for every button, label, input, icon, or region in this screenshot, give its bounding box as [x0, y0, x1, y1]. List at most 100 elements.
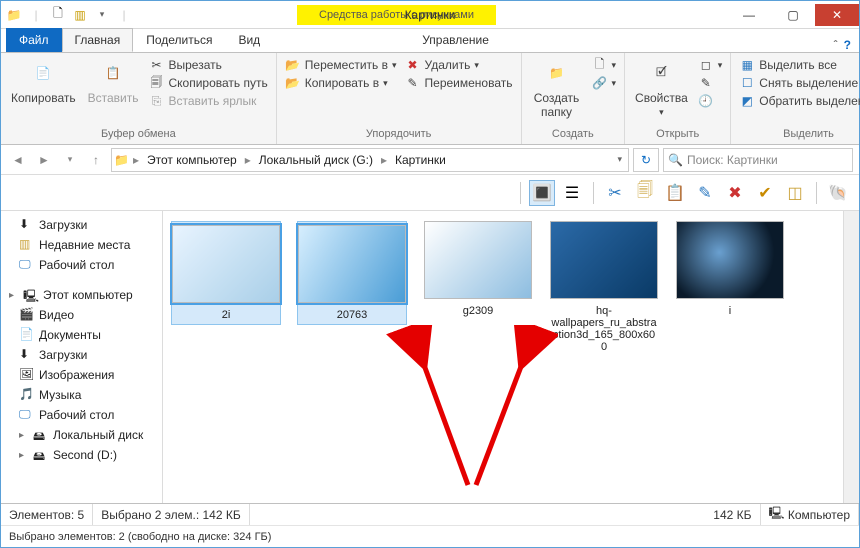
edit-button[interactable]: ✎	[698, 75, 723, 91]
vertical-scrollbar[interactable]	[843, 211, 859, 503]
delete-button[interactable]: ✖Удалить▾	[405, 57, 513, 73]
help-icon[interactable]: ?	[844, 38, 851, 52]
cut-button[interactable]: ✂Вырезать	[149, 57, 268, 73]
paste-button[interactable]: 📋 Вставить	[84, 55, 143, 107]
scissors-icon: ✂	[149, 57, 165, 73]
tree-node-local-disk[interactable]: ▸🖴Локальный диск	[3, 425, 160, 445]
invert-selection-button[interactable]: ◩Обратить выделение	[739, 93, 860, 109]
breadcrumb-item[interactable]: Этот компьютер	[143, 153, 241, 167]
tree-node-music[interactable]: 🎵Музыка	[3, 385, 160, 405]
tree-node-pictures[interactable]: 🖼Изображения	[3, 365, 160, 385]
expand-icon[interactable]: ▸	[19, 450, 29, 461]
group-label-clipboard: Буфер обмена	[7, 128, 270, 142]
qa-dropdown-icon[interactable]: ▾	[93, 6, 111, 24]
new-folder-button[interactable]: 📁 Создать папку	[528, 55, 586, 121]
status-selection: Выбрано 2 элем.: 142 КБ	[93, 504, 250, 525]
tree-node-downloads[interactable]: ⬇Загрузки	[3, 215, 160, 235]
tab-view[interactable]: Вид	[225, 28, 273, 52]
tree-node-desktop2[interactable]: 🖵Рабочий стол	[3, 405, 160, 425]
views-tool-button[interactable]: ◫	[782, 180, 808, 206]
breadcrumb-item[interactable]: Картинки	[391, 153, 450, 167]
select-none-button[interactable]: ☐Снять выделение	[739, 75, 860, 91]
main-area: ⬇Загрузки ▥Недавние места 🖵Рабочий стол …	[1, 211, 859, 503]
breadcrumb-dropdown[interactable]: ▾	[613, 154, 626, 165]
copy-button[interactable]: 📄 Копировать	[7, 55, 80, 107]
tab-home[interactable]: Главная	[62, 28, 134, 52]
expand-icon[interactable]: ▸	[19, 430, 29, 441]
tree-node-recent[interactable]: ▥Недавние места	[3, 235, 160, 255]
chevron-down-icon: ▾	[718, 60, 723, 71]
disk-icon: 🖴	[33, 427, 49, 443]
minimize-button[interactable]: —	[727, 4, 771, 26]
select-all-button[interactable]: ▦Выделить все	[739, 57, 860, 73]
chevron-down-icon: ▾	[474, 60, 479, 71]
collapse-ribbon-icon[interactable]: ˆ	[834, 38, 838, 52]
thumbnail	[172, 225, 280, 303]
group-label-open: Открыть	[631, 128, 724, 142]
new-folder-icon: 📁	[541, 57, 573, 89]
up-button[interactable]: ↑	[85, 149, 107, 171]
tree-node-downloads2[interactable]: ⬇Загрузки	[3, 345, 160, 365]
forward-button[interactable]: ►	[33, 149, 55, 171]
file-item[interactable]: 2i	[171, 221, 281, 325]
move-to-button[interactable]: 📂Переместить в▾	[285, 57, 397, 73]
tree-node-video[interactable]: 🎬Видео	[3, 305, 160, 325]
search-box[interactable]: 🔍 Поиск: Картинки	[663, 148, 853, 172]
thumbnail	[298, 225, 406, 303]
history-button[interactable]: 🕘	[698, 93, 723, 109]
breadcrumb-separator: ▸	[379, 153, 389, 167]
copy-path-button[interactable]: 🗐Скопировать путь	[149, 75, 268, 91]
view-details-button[interactable]: ☰	[559, 180, 585, 206]
easy-access-button[interactable]: 🔗▾	[592, 75, 617, 91]
file-item[interactable]: g2309	[423, 221, 533, 317]
tree-node-this-pc[interactable]: ▸🖳Этот компьютер	[3, 285, 160, 305]
history-icon: 🕘	[698, 93, 714, 109]
file-list[interactable]: 2i 20763 g2309 hq-wallpapers_ru_abstract…	[163, 211, 843, 503]
file-name: hq-wallpapers_ru_abstraction3d_165_800x6…	[550, 305, 658, 353]
recent-icon: ▥	[19, 237, 35, 253]
status-computer: 🖳 Компьютер	[761, 504, 859, 525]
thumbnail	[424, 221, 532, 299]
rename-tool-button[interactable]: ✎	[692, 180, 718, 206]
file-item[interactable]: i	[675, 221, 785, 317]
maximize-button[interactable]: ▢	[771, 4, 815, 26]
confirm-tool-button[interactable]: ✔	[752, 180, 778, 206]
tree-node-desktop[interactable]: 🖵Рабочий стол	[3, 255, 160, 275]
paste-label: Вставить	[88, 91, 139, 105]
qa-folder-icon[interactable]: ▥	[71, 6, 89, 24]
refresh-button[interactable]: ↻	[633, 148, 659, 172]
properties-label: Свойства	[635, 91, 688, 105]
open-button[interactable]: ◻▾	[698, 57, 723, 73]
breadcrumb-bar[interactable]: 📁 ▸ Этот компьютер ▸ Локальный диск (G:)…	[111, 148, 629, 172]
cut-tool-button[interactable]: ✂	[602, 180, 628, 206]
view-large-icons-button[interactable]: 🔳	[529, 180, 555, 206]
copy-tool-button[interactable]: 🗐	[632, 180, 658, 206]
shell-extension-button[interactable]: 🐚	[825, 180, 851, 206]
thumbnail	[676, 221, 784, 299]
invert-label: Обратить выделение	[759, 94, 860, 108]
recent-locations-button[interactable]: ▾	[59, 149, 81, 171]
back-button[interactable]: ◄	[7, 149, 29, 171]
rename-icon: ✎	[405, 75, 421, 91]
tab-file[interactable]: Файл	[6, 28, 62, 52]
paste-shortcut-button[interactable]: ⎘Вставить ярлык	[149, 93, 268, 109]
copy-to-button[interactable]: 📂Копировать в▾	[285, 75, 397, 91]
tree-node-documents[interactable]: 📄Документы	[3, 325, 160, 345]
tab-share[interactable]: Поделиться	[133, 28, 225, 52]
new-item-button[interactable]: 🗋▾	[592, 57, 617, 73]
paste-tool-button[interactable]: 📋	[662, 180, 688, 206]
new-file-icon[interactable]: 🗋	[49, 6, 67, 24]
navigation-tree[interactable]: ⬇Загрузки ▥Недавние места 🖵Рабочий стол …	[1, 211, 163, 503]
delete-tool-button[interactable]: ✖	[722, 180, 748, 206]
properties-button[interactable]: 🗹 Свойства ▾	[631, 55, 692, 120]
close-button[interactable]: ✕	[815, 4, 859, 26]
file-item[interactable]: hq-wallpapers_ru_abstraction3d_165_800x6…	[549, 221, 659, 353]
rename-button[interactable]: ✎Переименовать	[405, 75, 513, 91]
expand-icon[interactable]: ▸	[9, 290, 19, 301]
breadcrumb-item[interactable]: Локальный диск (G:)	[255, 153, 377, 167]
secondary-toolbar: 🔳 ☰ ✂ 🗐 📋 ✎ ✖ ✔ ◫ 🐚	[1, 175, 859, 211]
tab-manage[interactable]: Управление	[409, 28, 502, 52]
new-item-icon: 🗋	[592, 57, 608, 73]
tree-node-second-d[interactable]: ▸🖴Second (D:)	[3, 445, 160, 465]
file-item[interactable]: 20763	[297, 221, 407, 325]
